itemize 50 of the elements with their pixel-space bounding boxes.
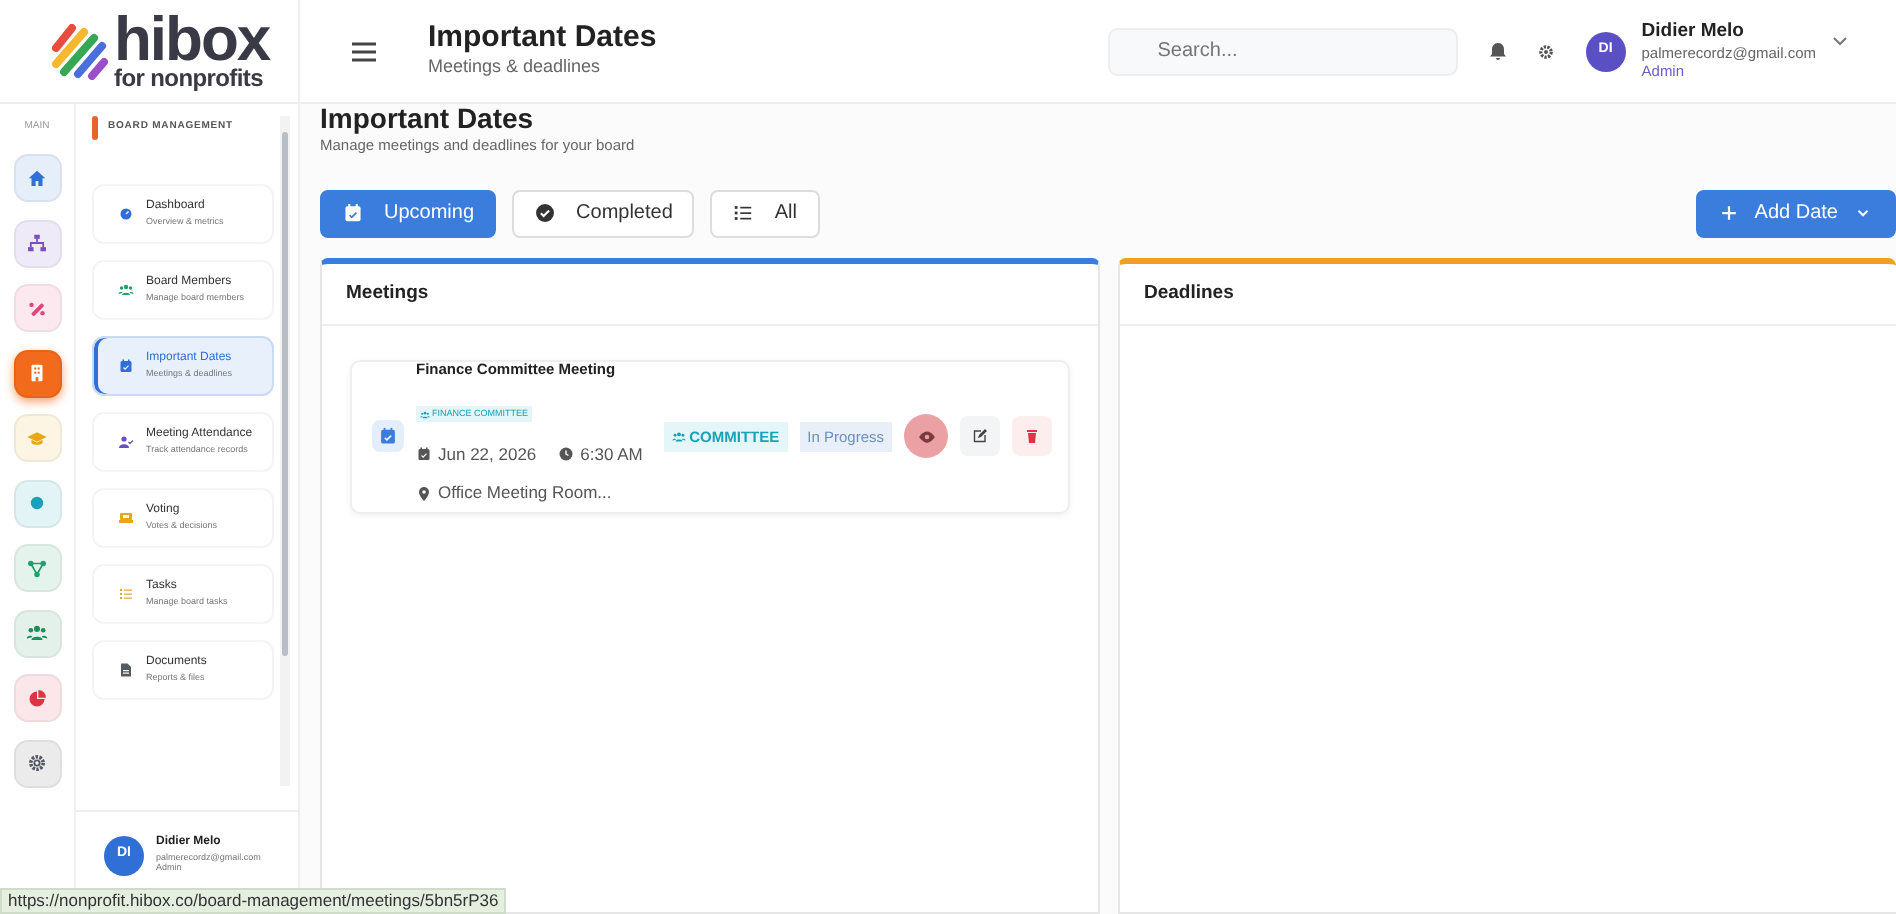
people-icon — [671, 429, 686, 444]
header-title: Important Dates — [428, 21, 657, 54]
rail-button[interactable] — [13, 219, 61, 267]
section-marker — [92, 116, 98, 140]
delete-button[interactable] — [1012, 416, 1052, 457]
rail-button[interactable] — [13, 479, 61, 527]
rail-button[interactable] — [13, 739, 61, 787]
logo-tagline: for nonprofits — [114, 68, 265, 90]
panel-title: Deadlines — [1120, 263, 1896, 326]
scrollbar[interactable] — [280, 116, 290, 786]
filter-tab[interactable]: Completed — [512, 189, 695, 238]
view-button[interactable] — [904, 414, 948, 459]
gear-icon[interactable] — [1537, 43, 1554, 59]
user-name: Didier Melo — [1641, 20, 1746, 45]
meeting-date: Jun 22, 2026 — [416, 441, 537, 467]
edit-icon — [972, 428, 988, 445]
chevron-down-icon[interactable] — [1832, 36, 1848, 46]
calendar-icon — [416, 445, 432, 462]
meeting-location: Office Meeting Room... — [416, 480, 652, 507]
bell-icon[interactable] — [1489, 42, 1506, 60]
check-circle-icon — [534, 202, 557, 225]
rail-button[interactable] — [13, 674, 61, 722]
menu-icon[interactable] — [352, 41, 376, 61]
rail-button[interactable] — [13, 349, 61, 397]
page-title: Important Dates — [320, 104, 536, 135]
search-field[interactable]: Search... — [1107, 27, 1458, 75]
logo-icon — [48, 23, 108, 79]
logo-name: hibox — [114, 12, 270, 69]
calendar-icon — [378, 426, 398, 447]
edit-button[interactable] — [960, 416, 1000, 457]
rail-button[interactable] — [13, 154, 61, 202]
plus-icon — [1720, 204, 1739, 223]
panel-title: Meetings — [322, 263, 1098, 326]
meeting-time: 6:30 AM — [558, 441, 643, 467]
filter-tab[interactable]: Upcoming — [320, 189, 497, 238]
filter-tab[interactable]: All — [710, 189, 820, 238]
calendar-icon — [342, 202, 364, 225]
rail-button[interactable] — [13, 609, 61, 657]
header-subtitle: Meetings & deadlines — [428, 54, 603, 80]
rail-button[interactable] — [13, 544, 61, 592]
building-icon — [26, 362, 48, 384]
rail-button[interactable] — [13, 284, 61, 332]
add-date-button[interactable]: Add Date — [1696, 189, 1896, 238]
people-icon — [420, 409, 430, 420]
trash-icon — [1024, 428, 1040, 445]
eye-icon — [917, 427, 935, 446]
list-icon — [732, 202, 755, 225]
status-url: https://nonprofit.hibox.co/board-management/meetings/5bn5rP36 — [0, 888, 507, 914]
location-pin-icon — [416, 485, 432, 502]
clock-icon — [558, 445, 575, 462]
